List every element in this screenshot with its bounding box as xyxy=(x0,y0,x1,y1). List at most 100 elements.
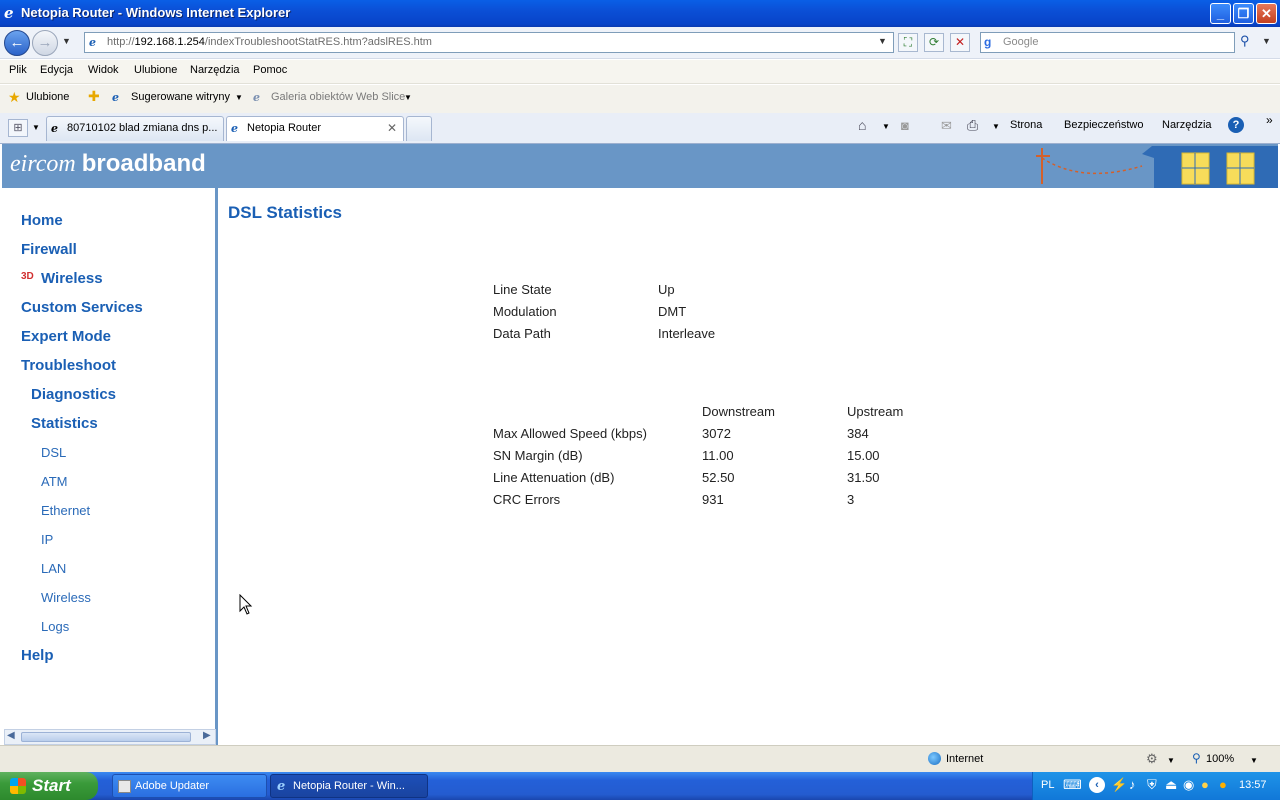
minimize-button[interactable]: _ xyxy=(1210,3,1231,24)
menu-tools[interactable]: Narzędzia xyxy=(190,64,240,76)
mail-icon[interactable]: ✉ xyxy=(941,118,952,134)
nav-troubleshoot[interactable]: Troubleshoot xyxy=(21,357,116,374)
new-tab-button[interactable] xyxy=(406,116,432,141)
tab-list-dropdown-icon[interactable]: ▼ xyxy=(32,123,40,132)
home-icon[interactable]: ⌂ xyxy=(858,117,866,133)
start-label: Start xyxy=(32,776,71,795)
address-dropdown-icon[interactable]: ▼ xyxy=(878,36,887,46)
search-placeholder: Google xyxy=(1003,36,1039,48)
menu-view[interactable]: Widok xyxy=(88,64,119,76)
keyboard-icon[interactable]: ⌨ xyxy=(1063,777,1082,793)
protected-mode-dropdown-icon[interactable]: ▼ xyxy=(1167,756,1175,765)
compat-view-icon[interactable]: ⛶ xyxy=(898,33,918,52)
tools-menu-button[interactable]: Narzędzia xyxy=(1162,119,1212,131)
sidebar-scrollbar[interactable]: ◀ ▶ xyxy=(4,729,216,745)
nav-help[interactable]: Help xyxy=(21,647,54,664)
window-title: Netopia Router - Windows Internet Explor… xyxy=(21,5,291,20)
stat-row-label: SN Margin (dB) xyxy=(493,448,583,463)
banner-house-graphic xyxy=(1036,146,1278,188)
zoom-dropdown-icon[interactable]: ▼ xyxy=(1250,756,1258,765)
page-menu-button[interactable]: Strona xyxy=(1010,119,1042,131)
back-button[interactable]: ← xyxy=(4,30,30,56)
nav-custom-services[interactable]: Custom Services xyxy=(21,299,143,316)
clock[interactable]: 13:57 xyxy=(1239,779,1267,791)
favorites-button[interactable]: Ulubione xyxy=(26,91,69,103)
taskbar-netopia-router[interactable]: e Netopia Router - Win... xyxy=(270,774,428,798)
stat-row-upstream: 384 xyxy=(847,426,869,441)
print-dropdown-icon[interactable]: ▼ xyxy=(992,122,1000,131)
nav-stats-wireless[interactable]: Wireless xyxy=(41,590,91,605)
maximize-button[interactable]: ❐ xyxy=(1233,3,1254,24)
downstream-header: Downstream xyxy=(702,404,775,419)
help-icon[interactable]: ? xyxy=(1228,117,1244,133)
safely-remove-icon[interactable]: ⏏ xyxy=(1165,777,1177,793)
menu-file[interactable]: Plik xyxy=(9,64,27,76)
nav-stats-atm[interactable]: ATM xyxy=(41,474,67,489)
refresh-icon[interactable]: ⟳ xyxy=(924,33,944,52)
quick-tabs-icon[interactable]: ⊞ xyxy=(8,119,28,137)
mouse-cursor-icon xyxy=(239,594,253,615)
notification-icon[interactable]: ● xyxy=(1219,777,1227,792)
protected-mode-icon[interactable]: ⚙ xyxy=(1146,751,1158,767)
safety-menu-button[interactable]: Bezpieczeństwo xyxy=(1064,119,1144,131)
nav-stats-lan[interactable]: LAN xyxy=(41,561,66,576)
nav-statistics[interactable]: Statistics xyxy=(31,415,98,432)
brand-logo: eircom broadband xyxy=(10,150,206,177)
url-path: /indexTroubleshootStatRES.htm?adslRES.ht… xyxy=(204,36,432,48)
start-button[interactable]: Start xyxy=(0,772,98,800)
taskbar-adobe-updater[interactable]: Adobe Updater xyxy=(112,774,267,798)
windows-logo-icon xyxy=(10,778,26,794)
add-favorite-icon[interactable]: ✚ xyxy=(88,88,100,105)
web-slice-dropdown-icon[interactable]: ▼ xyxy=(404,93,412,102)
search-input[interactable]: g Google xyxy=(980,32,1235,53)
scroll-left-icon[interactable]: ◀ xyxy=(7,730,15,741)
nav-stats-ip[interactable]: IP xyxy=(41,532,53,547)
stat-row-upstream: 15.00 xyxy=(847,448,880,463)
antivirus-icon[interactable]: ◉ xyxy=(1183,777,1194,793)
nav-expert-mode[interactable]: Expert Mode xyxy=(21,328,111,345)
history-dropdown-icon[interactable]: ▼ xyxy=(62,36,71,46)
nav-firewall[interactable]: Firewall xyxy=(21,241,77,258)
title-bar: e Netopia Router - Windows Internet Expl… xyxy=(0,0,1280,27)
nav-home[interactable]: Home xyxy=(21,212,63,229)
search-icon[interactable]: ⚲ xyxy=(1240,33,1250,49)
close-tab-icon[interactable]: ✕ xyxy=(387,117,397,140)
updates-icon[interactable]: ● xyxy=(1201,777,1209,792)
tab-netopia-router[interactable]: e Netopia Router ✕ xyxy=(226,116,404,141)
ie-logo-icon: e xyxy=(4,4,14,22)
security-shield-icon[interactable]: ⛨ xyxy=(1147,777,1157,793)
language-indicator[interactable]: PL xyxy=(1041,779,1054,791)
nav-diagnostics[interactable]: Diagnostics xyxy=(31,386,116,403)
address-input[interactable]: e http://192.168.1.254/indexTroubleshoot… xyxy=(84,32,894,53)
tab-forum[interactable]: e 80710102 blad zmiana dns p... xyxy=(46,116,224,141)
menu-favorites[interactable]: Ulubione xyxy=(134,64,177,76)
suggested-sites-dropdown-icon[interactable]: ▼ xyxy=(235,93,243,102)
feeds-icon[interactable]: ◙ xyxy=(901,118,909,133)
zoom-level[interactable]: 100% xyxy=(1206,753,1234,765)
home-dropdown-icon[interactable]: ▼ xyxy=(882,122,890,131)
stop-icon[interactable]: ✕ xyxy=(950,33,970,52)
web-slice-gallery-link[interactable]: Galeria obiektów Web Slice xyxy=(271,91,405,103)
forward-button[interactable]: → xyxy=(32,30,58,56)
search-dropdown-icon[interactable]: ▼ xyxy=(1262,36,1271,46)
system-tray: PL ⌨ ‹ ⚡ ♪ ⛨ ⏏ ◉ ● ● 13:57 xyxy=(1032,772,1280,800)
chevron-more-icon[interactable]: » xyxy=(1266,113,1273,127)
scroll-right-icon[interactable]: ▶ xyxy=(203,730,211,741)
network-icon[interactable]: ⚡ xyxy=(1111,777,1127,793)
close-button[interactable]: ✕ xyxy=(1256,3,1277,24)
nav-stats-dsl[interactable]: DSL xyxy=(41,445,66,460)
nav-stats-logs[interactable]: Logs xyxy=(41,619,69,634)
print-icon[interactable]: ⎙ xyxy=(967,117,978,134)
menu-edit[interactable]: Edycja xyxy=(40,64,73,76)
page-title: DSL Statistics xyxy=(228,203,343,222)
volume-icon[interactable]: ♪ xyxy=(1129,777,1136,792)
page-icon: e xyxy=(89,36,96,49)
data-path-value: Interleave xyxy=(658,326,716,341)
menu-help[interactable]: Pomoc xyxy=(253,64,287,76)
tab-label: 80710102 blad zmiana dns p... xyxy=(67,122,218,134)
nav-wireless[interactable]: Wireless xyxy=(41,270,103,287)
suggested-sites-link[interactable]: Sugerowane witryny xyxy=(131,91,230,103)
nav-stats-ethernet[interactable]: Ethernet xyxy=(41,503,90,518)
show-hidden-icons-icon[interactable]: ‹ xyxy=(1089,777,1105,793)
scroll-thumb[interactable] xyxy=(21,732,191,742)
